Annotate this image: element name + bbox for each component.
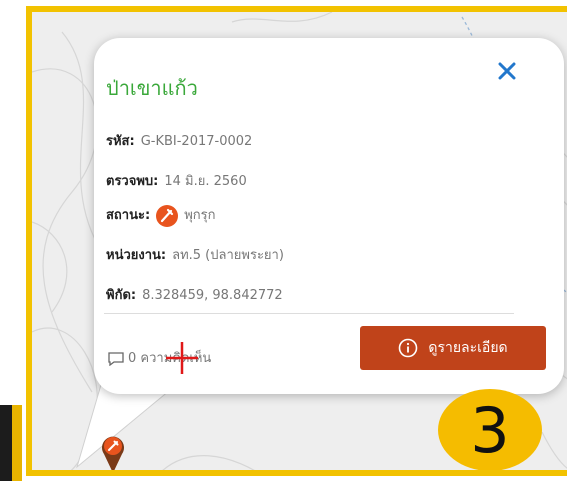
- code-value: G-KBI-2017-0002: [140, 134, 253, 149]
- agency-row: หน่วยงาน: ลท.5 (ปลายพระยา): [106, 244, 284, 265]
- close-icon[interactable]: [494, 58, 520, 84]
- inspected-value: 14 มิ.ย. 2560: [164, 174, 247, 189]
- view-details-button[interactable]: ดูรายละเอียด: [360, 326, 546, 370]
- status-value: พุกรุก: [184, 208, 216, 223]
- map-frame[interactable]: ป่าเขาแก้ว รหัส: G-KBI-2017-0002 ตรวจพบ: 1…: [26, 6, 567, 476]
- info-icon: [399, 338, 418, 358]
- comment-icon: [108, 351, 124, 366]
- agency-value: ลท.5 (ปลายพระยา): [172, 248, 284, 263]
- code-row: รหัส: G-KBI-2017-0002: [106, 130, 252, 151]
- coord-row: พิกัด: 8.328459, 98.842772: [106, 284, 283, 305]
- inspected-label: ตรวจพบ:: [106, 174, 159, 189]
- status-row: สถานะ: พุกรุก: [106, 204, 215, 227]
- code-label: รหัส:: [106, 134, 135, 149]
- crosshair-icon: [166, 342, 198, 374]
- map-pin-icon[interactable]: [100, 432, 126, 474]
- left-dark-block-edge: [12, 405, 22, 481]
- status-label: สถานะ:: [106, 208, 151, 223]
- status-icon: [156, 204, 179, 227]
- agency-label: หน่วยงาน:: [106, 248, 167, 263]
- coord-label: พิกัด:: [106, 288, 137, 303]
- view-details-label: ดูรายละเอียด: [428, 340, 508, 356]
- popup-divider: [104, 313, 514, 314]
- inspected-row: ตรวจพบ: 14 มิ.ย. 2560: [106, 170, 247, 191]
- coord-value: 8.328459, 98.842772: [142, 288, 283, 303]
- step-number-badge: 3: [438, 389, 542, 470]
- popup-title: ป่าเขาแก้ว: [106, 76, 198, 100]
